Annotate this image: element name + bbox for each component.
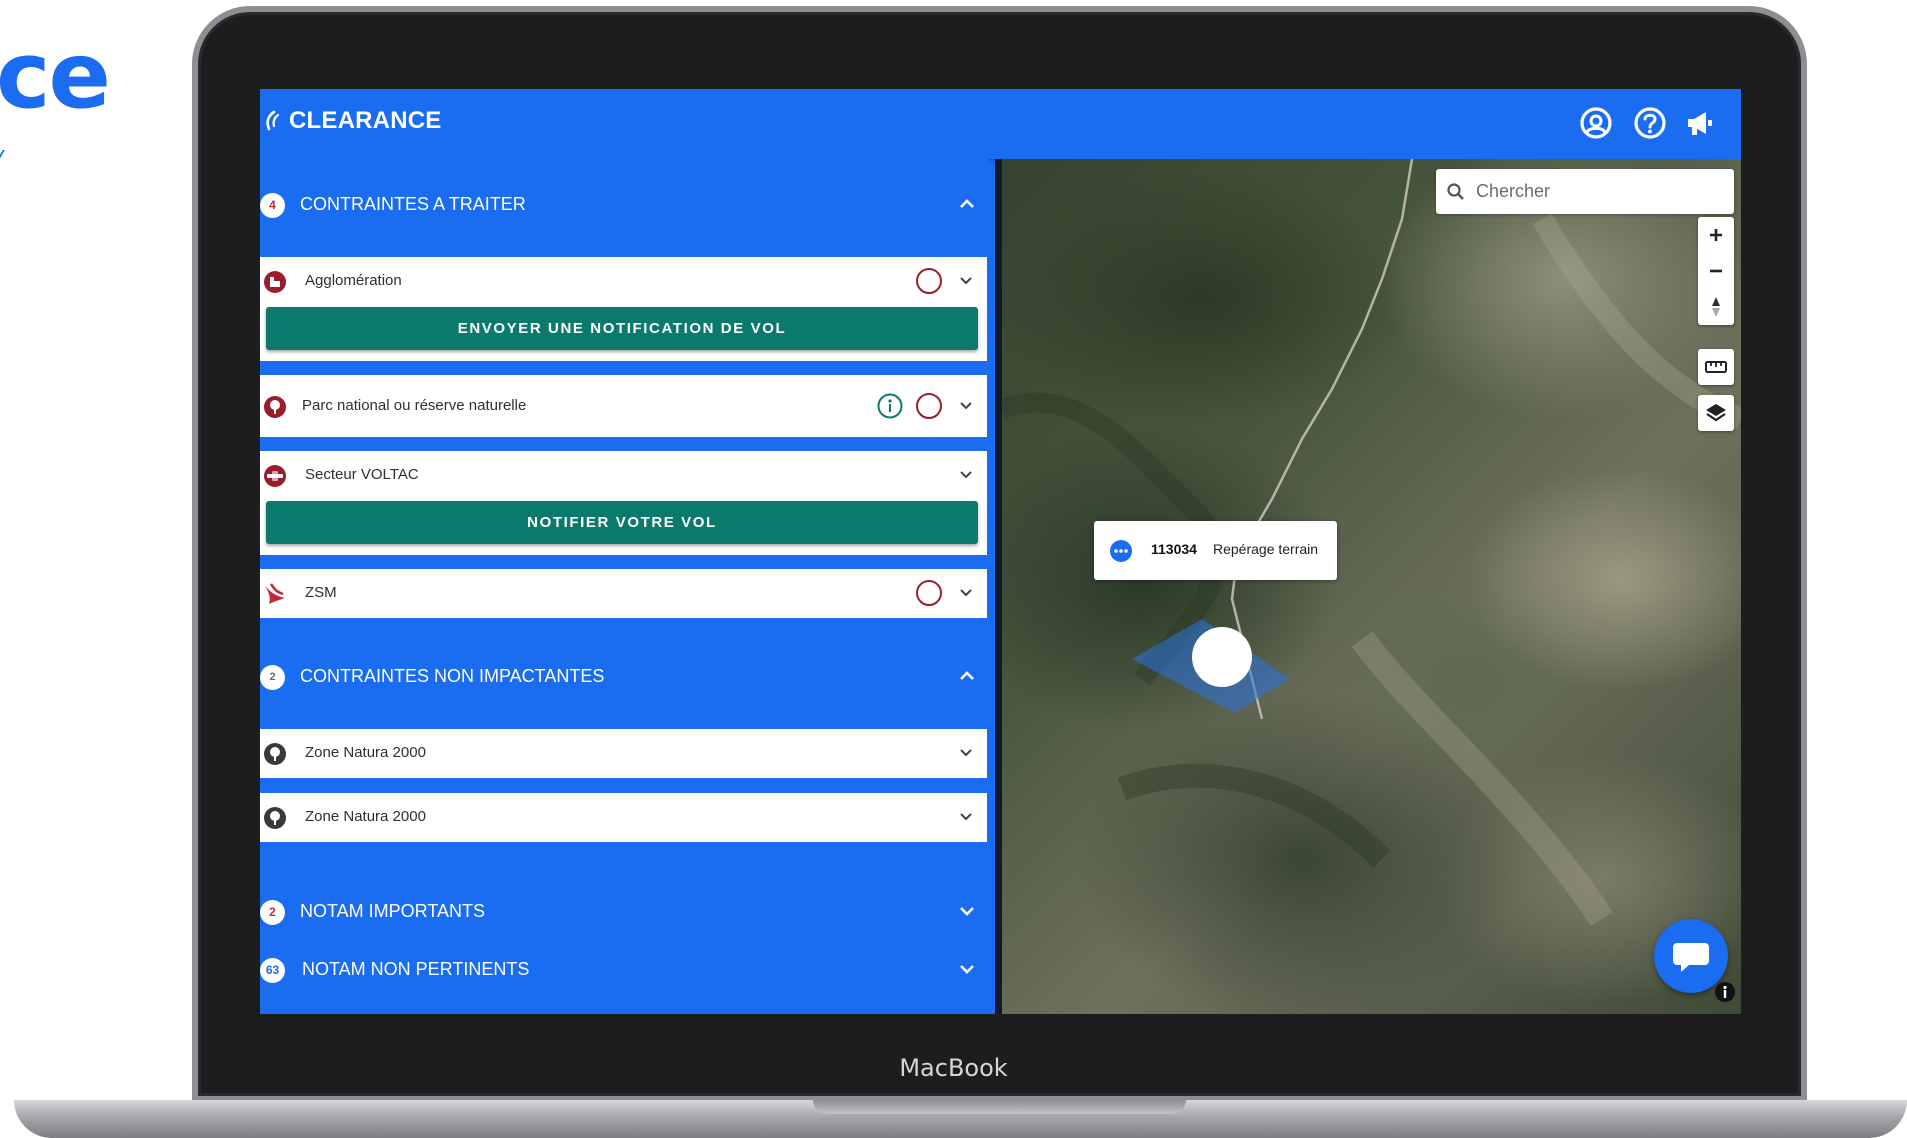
- status-indicator: [916, 268, 942, 294]
- constraint-label: Agglomération: [305, 272, 402, 289]
- constraint-card-natura-2: Zone Natura 2000: [260, 793, 987, 842]
- bird-icon: [263, 582, 289, 611]
- section-count-badge: 2: [260, 900, 285, 925]
- tree-icon: [263, 742, 287, 771]
- ruler-icon[interactable]: [1698, 349, 1734, 385]
- constraint-card-natura-1: Zone Natura 2000: [260, 729, 987, 778]
- send-flight-notification-button[interactable]: ENVOYER UNE NOTIFICATION DE VOL: [266, 307, 978, 350]
- zoom-in-icon[interactable]: [1698, 217, 1734, 253]
- military-aircraft-icon: [263, 464, 287, 493]
- chevron-down-icon[interactable]: [958, 809, 974, 830]
- app-screen: CLEARANCE 4 CONTRAINTES A TRAITER Agglom…: [260, 89, 1741, 1014]
- marketing-heading-fragment: ce: [0, 22, 111, 129]
- constraint-card-zsm: ZSM: [260, 569, 987, 618]
- satellite-map[interactable]: 113034 Repérage terrain: [1002, 159, 1741, 1014]
- brand-logo-icon: [262, 109, 282, 140]
- laptop-brand-label: MacBook: [899, 1054, 1008, 1082]
- app-title: CLEARANCE: [289, 107, 442, 134]
- chevron-down-icon[interactable]: [958, 902, 976, 925]
- flight-id: 113034: [1151, 541, 1197, 557]
- search-input[interactable]: [1476, 169, 1726, 214]
- section-count-badge: 2: [260, 665, 285, 690]
- app-header: CLEARANCE: [260, 89, 1741, 159]
- help-icon[interactable]: [1632, 105, 1668, 146]
- constraint-row[interactable]: Parc national ou réserve naturelle: [260, 382, 987, 430]
- constraint-label: Parc national ou réserve naturelle: [302, 397, 527, 414]
- chevron-down-icon[interactable]: [958, 960, 976, 983]
- flight-popup[interactable]: 113034 Repérage terrain: [1094, 521, 1337, 580]
- chevron-down-icon[interactable]: [958, 585, 974, 606]
- chevron-down-icon[interactable]: [958, 273, 974, 294]
- section-label: CONTRAINTES A TRAITER: [300, 194, 526, 214]
- chevron-up-icon[interactable]: [958, 195, 976, 218]
- tree-icon: [263, 395, 287, 424]
- section-constraints-non-impacting[interactable]: 2 CONTRAINTES NON IMPACTANTES: [260, 655, 988, 699]
- constraint-row[interactable]: Secteur VOLTAC: [260, 451, 987, 499]
- laptop-hinge-notch: [813, 1100, 1186, 1114]
- constraint-card-parc: Parc national ou réserve naturelle: [260, 375, 987, 437]
- search-icon: [1446, 182, 1466, 207]
- megaphone-icon[interactable]: [1684, 108, 1716, 143]
- layers-control: [1698, 395, 1734, 431]
- map-search: [1436, 169, 1734, 214]
- section-count-badge: 4: [260, 193, 285, 218]
- zoom-controls: [1698, 217, 1734, 325]
- tree-icon: [263, 806, 287, 835]
- constraint-row[interactable]: ZSM: [260, 569, 987, 617]
- map-attribution-icon[interactable]: [1714, 981, 1736, 1008]
- agglomeration-icon: [263, 270, 287, 299]
- constraint-label: ZSM: [305, 584, 337, 601]
- chevron-up-icon[interactable]: [958, 667, 976, 690]
- section-constraints-to-treat[interactable]: 4 CONTRAINTES A TRAITER: [260, 183, 988, 227]
- flight-status-icon: [1109, 539, 1133, 568]
- chevron-down-icon[interactable]: [958, 398, 974, 419]
- constraint-card-voltac: Secteur VOLTAC NOTIFIER VOTRE VOL: [260, 451, 987, 555]
- constraint-row[interactable]: Zone Natura 2000: [260, 729, 987, 777]
- section-label: CONTRAINTES NON IMPACTANTES: [300, 666, 605, 686]
- section-label: NOTAM NON PERTINENTS: [302, 959, 530, 979]
- section-notam-important[interactable]: 2 NOTAM IMPORTANTS: [260, 890, 988, 934]
- map-terrain: [1002, 159, 1741, 927]
- layers-icon[interactable]: [1698, 395, 1734, 431]
- constraint-row[interactable]: Zone Natura 2000: [260, 793, 987, 841]
- notify-flight-button[interactable]: NOTIFIER VOTRE VOL: [266, 501, 978, 544]
- chevron-down-icon[interactable]: [958, 745, 974, 766]
- section-label: NOTAM IMPORTANTS: [300, 901, 486, 921]
- chat-icon: [1673, 943, 1709, 972]
- info-icon[interactable]: [877, 393, 903, 424]
- status-indicator: [916, 393, 942, 419]
- status-indicator: [916, 580, 942, 606]
- constraints-panel: 4 CONTRAINTES A TRAITER Agglomération EN…: [260, 159, 988, 1014]
- constraint-label: Zone Natura 2000: [305, 744, 426, 761]
- section-notam-irrelevant[interactable]: 63 NOTAM NON PERTINENTS: [260, 948, 988, 992]
- constraint-card-agglomeration: Agglomération ENVOYER UNE NOTIFICATION D…: [260, 257, 987, 361]
- constraint-row[interactable]: Agglomération: [260, 257, 987, 305]
- account-icon[interactable]: [1578, 105, 1614, 146]
- flight-name: Repérage terrain: [1213, 541, 1319, 557]
- zoom-out-icon[interactable]: [1698, 253, 1734, 289]
- section-count-badge: 63: [260, 958, 285, 983]
- ruler-control: [1698, 349, 1734, 385]
- constraint-label: Zone Natura 2000: [305, 808, 426, 825]
- chevron-down-icon[interactable]: [958, 467, 974, 488]
- heading-decoration: [0, 150, 11, 160]
- panel-divider: [995, 159, 1002, 1014]
- constraint-label: Secteur VOLTAC: [305, 466, 419, 483]
- compass-icon[interactable]: [1698, 289, 1734, 325]
